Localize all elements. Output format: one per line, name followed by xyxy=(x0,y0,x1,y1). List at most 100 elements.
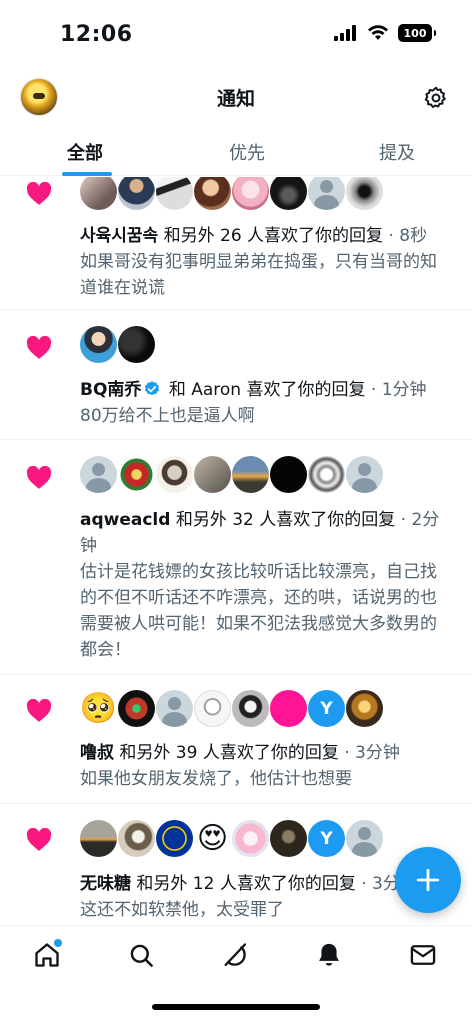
user-name[interactable]: aqweacld xyxy=(80,510,170,530)
grok-icon xyxy=(224,943,247,967)
reply-text: 如果哥没有犯事明显弟弟在捣蛋，只有当哥的知道谁在说谎 xyxy=(80,252,437,298)
avatar[interactable] xyxy=(156,456,193,493)
status-time: 12:06 xyxy=(60,22,133,47)
header: 通知 xyxy=(0,70,472,126)
avatar-default[interactable] xyxy=(346,456,383,493)
avatar[interactable] xyxy=(156,177,193,210)
avatar[interactable] xyxy=(270,456,307,493)
avatar-emoji-pleading[interactable]: 🥺 xyxy=(80,690,117,727)
avatar[interactable] xyxy=(194,456,231,493)
search-icon xyxy=(130,944,153,967)
page-title: 通知 xyxy=(216,88,255,110)
liker-avatars xyxy=(80,456,383,493)
tab-label: 优先 xyxy=(229,143,265,164)
notification-summary: 사육시꿈속 和另外 26 人喜欢了你的回复 · 8秒 xyxy=(80,223,452,249)
action-text: 和另外 32 人喜欢了你的回复 xyxy=(170,510,396,530)
battery-indicator: 100 xyxy=(398,24,436,42)
avatar-default[interactable] xyxy=(346,820,383,857)
action-text: 和另外 26 人喜欢了你的回复 xyxy=(158,226,384,246)
avatar[interactable] xyxy=(80,326,117,363)
compose-fab-button[interactable] xyxy=(395,847,461,913)
avatar[interactable] xyxy=(270,820,307,857)
mail-icon xyxy=(410,945,436,965)
timestamp: · 8秒 xyxy=(383,226,428,246)
tab-bar: 全部 优先 提及 xyxy=(0,128,472,176)
settings-button[interactable] xyxy=(420,82,452,114)
nav-messages[interactable] xyxy=(406,938,440,972)
tab-mentions[interactable]: 提及 xyxy=(322,128,472,175)
nav-grok[interactable] xyxy=(218,938,252,972)
active-tab-indicator xyxy=(62,172,112,176)
liker-avatars xyxy=(80,326,155,363)
timestamp: · 3分钟 xyxy=(338,743,400,763)
reply-text: 估计是花钱嫖的女孩比较听话比较漂亮，自己找的不但不听话还不咋漂亮，还的哄，话说男… xyxy=(80,562,437,660)
avatar[interactable] xyxy=(118,326,155,363)
avatar[interactable] xyxy=(232,177,269,210)
nav-search[interactable] xyxy=(124,938,158,972)
heart-icon xyxy=(26,336,52,359)
avatar[interactable] xyxy=(232,820,269,857)
action-text: 和另外 39 人喜欢了你的回复 xyxy=(114,743,339,763)
notification-item[interactable]: BQ南乔 和 Aaron 喜欢了你的回复 · 1分钟 80万给不上也是逼人啊 xyxy=(0,310,472,440)
status-icons: 100 xyxy=(334,24,436,42)
avatar[interactable] xyxy=(232,690,269,727)
avatar[interactable] xyxy=(80,177,117,210)
heart-icon xyxy=(26,699,52,722)
avatar[interactable] xyxy=(270,177,307,210)
action-text: 和 Aaron 喜欢了你的回复 xyxy=(163,380,366,400)
avatar[interactable] xyxy=(118,820,155,857)
avatar-default[interactable] xyxy=(156,690,193,727)
avatar[interactable] xyxy=(118,177,155,210)
reply-text: 这还不如软禁他，太受罪了 xyxy=(80,900,284,920)
notification-item[interactable]: aqweacld 和另外 32 人喜欢了你的回复 · 2分钟 估计是花钱嫖的女孩… xyxy=(0,440,472,675)
home-indicator xyxy=(152,1004,320,1010)
user-name[interactable]: 사육시꿈속 xyxy=(80,226,158,246)
notification-item[interactable]: 🥺 Y 噜叔 和另外 39 人喜欢了你的回复 · 3分钟 如果他女朋友发烧了，他… xyxy=(0,675,472,804)
avatar-default[interactable] xyxy=(80,456,117,493)
wifi-icon xyxy=(368,25,388,40)
avatar-letter-y[interactable]: Y xyxy=(308,820,345,857)
tab-priority[interactable]: 优先 xyxy=(172,128,322,175)
gear-icon xyxy=(424,86,446,108)
avatar-letter-y[interactable]: Y xyxy=(308,690,345,727)
liker-avatars: 🥺 Y xyxy=(80,690,383,727)
heart-icon xyxy=(26,182,52,205)
reply-text: 80万给不上也是逼人啊 xyxy=(80,406,255,426)
avatar[interactable] xyxy=(308,456,345,493)
heart-icon xyxy=(26,828,52,851)
nav-notifications[interactable] xyxy=(312,938,346,972)
avatar-emoji-heart-eyes[interactable]: 😍 xyxy=(194,820,231,857)
new-content-dot xyxy=(54,939,62,947)
tab-label: 全部 xyxy=(67,143,103,164)
notification-summary: aqweacld 和另外 32 人喜欢了你的回复 · 2分钟 xyxy=(80,507,452,559)
avatar[interactable] xyxy=(346,177,383,210)
avatar[interactable] xyxy=(80,820,117,857)
user-name[interactable]: BQ南乔 xyxy=(80,380,141,400)
timestamp: · 1分钟 xyxy=(365,380,427,400)
avatar[interactable] xyxy=(118,690,155,727)
notification-summary: 噜叔 和另外 39 人喜欢了你的回复 · 3分钟 xyxy=(80,740,452,766)
bottom-navigation xyxy=(0,925,472,985)
nav-home[interactable] xyxy=(30,938,64,972)
signal-icon xyxy=(334,25,356,41)
plus-icon xyxy=(416,868,440,892)
heart-icon xyxy=(26,466,52,489)
tab-all[interactable]: 全部 xyxy=(0,128,172,176)
avatar[interactable] xyxy=(156,820,193,857)
avatar[interactable] xyxy=(270,690,307,727)
notification-item[interactable]: 사육시꿈속 和另外 26 人喜欢了你的回复 · 8秒 如果哥没有犯事明显弟弟在捣… xyxy=(0,177,472,310)
avatar[interactable] xyxy=(232,456,269,493)
avatar[interactable] xyxy=(118,456,155,493)
liker-avatars xyxy=(80,177,383,210)
avatar[interactable] xyxy=(346,690,383,727)
reply-text: 如果他女朋友发烧了，他估计也想要 xyxy=(80,769,352,789)
notification-feed[interactable]: 사육시꿈속 和另外 26 人喜欢了你的回复 · 8秒 如果哥没有犯事明显弟弟在捣… xyxy=(0,177,472,925)
avatar-default[interactable] xyxy=(308,177,345,210)
action-text: 和另外 12 人喜欢了你的回复 xyxy=(131,874,356,894)
avatar[interactable] xyxy=(194,177,231,210)
status-bar: 12:06 100 xyxy=(0,0,472,70)
user-name[interactable]: 无味糖 xyxy=(80,874,131,894)
liker-avatars: 😍 Y xyxy=(80,820,383,857)
user-name[interactable]: 噜叔 xyxy=(80,743,114,763)
avatar[interactable] xyxy=(194,690,231,727)
